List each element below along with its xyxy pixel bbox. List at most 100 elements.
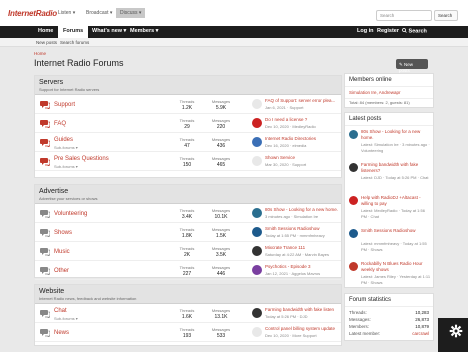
forum-icon — [40, 309, 51, 319]
online-members-list[interactable]: Simulation Ire, Andrewapr — [345, 87, 433, 98]
last-post-title[interactable]: Psychotics - Episode 3 — [265, 264, 341, 269]
avatar[interactable] — [252, 156, 262, 166]
threads-count: 1.2K — [181, 105, 193, 111]
nav-listen[interactable]: Listen ▾ — [58, 10, 75, 16]
threads-count: 2K — [183, 252, 191, 258]
avatar[interactable] — [252, 118, 262, 128]
section-title[interactable]: Servers — [39, 79, 337, 86]
forum-name-link[interactable]: Chat — [54, 308, 67, 314]
members-online-title: Members online — [345, 74, 433, 87]
new-posts-button[interactable]: ✎ New posts — [396, 59, 428, 73]
threads-label: Threads — [179, 265, 195, 270]
forum-icon — [40, 119, 51, 129]
last-post-title[interactable]: 80s Show - Looking for a new home. — [265, 207, 341, 212]
avatar[interactable] — [349, 163, 358, 172]
nav-discuss[interactable]: Discuss ▾ — [116, 8, 146, 18]
latest-post-item: Rockabilly N Blues Radio Hour weekly sho… — [345, 258, 433, 291]
latest-post-title[interactable]: Smith Sessions Radioshow — [361, 228, 431, 234]
forum-icon — [40, 266, 51, 276]
latest-posts-block: Latest posts 80s Show - Looking for a ne… — [344, 112, 434, 288]
threads-count: 193 — [182, 333, 192, 339]
nav-forums[interactable]: Forums — [58, 26, 89, 38]
stat-label: Messages: — [349, 317, 371, 322]
nav-whats-new[interactable]: What's new ▾ — [92, 28, 126, 34]
avatar[interactable] — [252, 227, 262, 237]
nav-broadcast[interactable]: Broadcast ▾ — [86, 10, 112, 16]
avatar[interactable] — [252, 99, 262, 109]
forum-name-link[interactable]: Music — [54, 249, 70, 255]
latest-post-title[interactable]: Rockabilly N Blues Radio Hour weekly sho… — [361, 261, 431, 273]
sub-forums-toggle[interactable]: Sub-forums ▾ — [54, 145, 78, 150]
last-post-title[interactable]: Internet Radio Directories — [265, 136, 341, 141]
forum-name-link[interactable]: Pre Sales Questions — [54, 156, 109, 162]
last-post-meta: Jan 6, 2021 · Support — [265, 105, 304, 110]
forum-name-link[interactable]: FAQ — [54, 121, 66, 127]
avatar[interactable] — [252, 308, 262, 318]
last-post-title[interactable]: Mixcrate Trance 111 — [265, 245, 341, 250]
latest-post-meta: Latest: MedleyRadio · Today at 1:56 PM ·… — [361, 208, 425, 219]
register-link[interactable]: Register — [377, 28, 399, 34]
site-logo[interactable]: InternetRadio — [8, 9, 57, 18]
forum-row: Support Threads 1.2K Messages 5.9K FAQ of Sup… — [35, 95, 341, 114]
forum-name-link[interactable]: Shows — [54, 230, 72, 236]
search-forums-link[interactable]: Search forums — [60, 40, 89, 45]
messages-label: Messages — [211, 308, 231, 313]
avatar[interactable] — [252, 137, 262, 147]
nav-search-link[interactable]: Search — [402, 28, 427, 35]
messages-label: Messages — [211, 246, 231, 251]
last-post-meta: Dec 16, 2020 · elmedia — [265, 143, 307, 148]
new-posts-link[interactable]: New posts — [36, 40, 57, 45]
avatar[interactable] — [349, 130, 358, 139]
forum-statistics-block: Forum statistics Threads: 10,283 Messages:… — [344, 293, 434, 341]
last-post-title[interactable]: Control panel billing system update — [265, 326, 341, 331]
breadcrumb[interactable]: Home — [34, 51, 46, 56]
last-post-title[interactable]: FAQ of Support: server error plea... — [265, 98, 341, 103]
forum-name-link[interactable]: News — [54, 330, 69, 336]
last-post-title[interactable]: Do I need a license ? — [265, 117, 341, 122]
latest-post-title[interactable]: 80s Show - Looking for a new home. — [361, 129, 431, 141]
last-post-meta: Mar 30, 2020 · Support — [265, 162, 307, 167]
sub-forums-toggle[interactable]: Sub-forums ▾ — [54, 164, 78, 169]
latest-post-meta: Latest: mmmfmheavy · Today at 1:55 PM · … — [361, 241, 427, 252]
avatar[interactable] — [252, 265, 262, 275]
last-post-title[interactable]: Smith Sessions Radioshow — [265, 226, 341, 231]
last-post-title[interactable]: Shown Service — [265, 155, 341, 160]
header-search-button[interactable]: Search — [434, 10, 458, 21]
header-search-input[interactable]: Search — [376, 10, 432, 21]
forum-row: News Threads 193 Messages 533 Control panel b… — [35, 323, 341, 342]
forum-row: Pre Sales Questions Sub-forums ▾ Threads 15… — [35, 152, 341, 171]
section-title[interactable]: Website — [39, 288, 337, 295]
sub-forums-toggle[interactable]: Sub-forums ▾ — [54, 316, 78, 321]
stat-value[interactable]: carcrawl — [412, 331, 429, 336]
latest-post-title[interactable]: Farming bandwidth with fake listeners? — [361, 162, 431, 174]
latest-posts-title: Latest posts — [345, 113, 433, 126]
section-header: Servers Support for Internet Radio server… — [35, 76, 341, 95]
forum-name-link[interactable]: Guides — [54, 137, 73, 143]
messages-count: 13.1K — [214, 314, 228, 320]
avatar[interactable] — [349, 196, 358, 205]
latest-post-meta: Latest: DJD · Today at 5:26 PM · Chat — [361, 175, 429, 180]
last-post-title[interactable]: Farming bandwidth with fake listen — [265, 307, 341, 312]
forum-name-link[interactable]: Support — [54, 102, 75, 108]
avatar[interactable] — [252, 208, 262, 218]
avatar[interactable] — [349, 229, 358, 238]
section-title[interactable]: Advertise — [39, 188, 337, 195]
messages-count: 436 — [216, 143, 226, 149]
avatar[interactable] — [349, 262, 358, 271]
style-chooser-button[interactable] — [438, 318, 468, 352]
forum-row: Chat Sub-forums ▾ Threads 1.6K Messages 13.1K… — [35, 304, 341, 323]
threads-count: 227 — [182, 271, 192, 277]
messages-count: 446 — [216, 271, 226, 277]
forum-name-link[interactable]: Other — [54, 268, 69, 274]
nav-members[interactable]: Members ▾ — [130, 28, 158, 34]
nav-home[interactable]: Home — [38, 28, 53, 34]
login-link[interactable]: Log in — [357, 28, 374, 34]
last-post-meta: Today at 1:55 PM · mmmfmheavy — [265, 233, 325, 238]
avatar[interactable] — [252, 246, 262, 256]
forum-name-link[interactable]: Volunteering — [54, 211, 87, 217]
latest-post-title[interactable]: Help with RadioDJ +Altacast - willing to… — [361, 195, 431, 207]
forum-row: Music Threads 2K Messages 3.5K Mixcrate Tranc… — [35, 242, 341, 261]
avatar[interactable] — [252, 327, 262, 337]
threads-count: 29 — [184, 124, 190, 130]
forum-statistics-title: Forum statistics — [345, 294, 433, 307]
